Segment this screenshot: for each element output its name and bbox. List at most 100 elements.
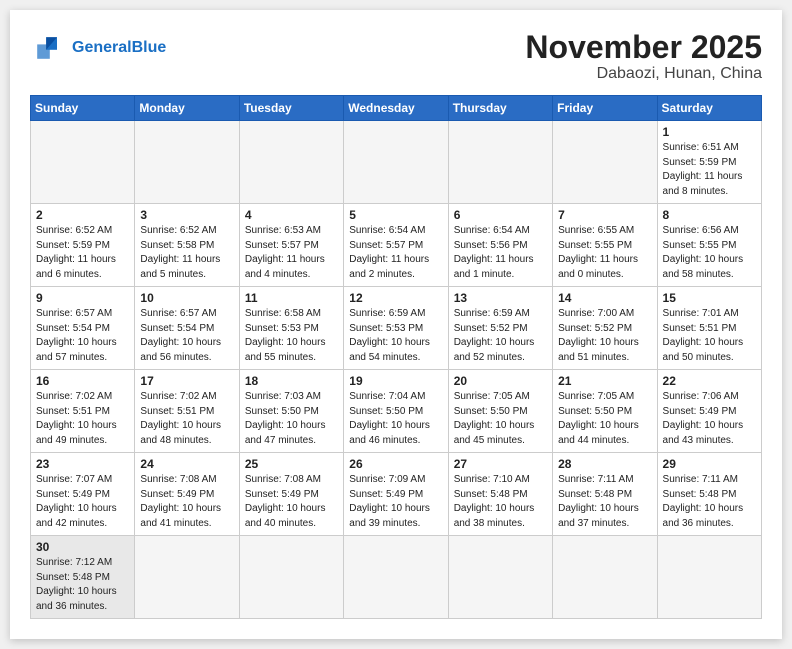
day-info: Sunrise: 7:11 AM Sunset: 5:48 PM Dayligh…	[663, 473, 756, 531]
calendar-cell: 17 Sunrise: 7:02 AM Sunset: 5:51 PM Dayli…	[135, 370, 239, 453]
day-info: Sunrise: 6:53 AM Sunset: 5:57 PM Dayligh…	[245, 224, 338, 282]
day-number: 16	[36, 374, 129, 388]
day-info: Sunrise: 7:07 AM Sunset: 5:49 PM Dayligh…	[36, 473, 129, 531]
weekday-header-wednesday: Wednesday	[344, 96, 448, 121]
header: GeneralBlue November 2025 Dabaozi, Hunan…	[30, 30, 762, 83]
day-info: Sunrise: 6:57 AM Sunset: 5:54 PM Dayligh…	[36, 307, 129, 365]
day-number: 8	[663, 208, 756, 222]
day-info: Sunrise: 6:58 AM Sunset: 5:53 PM Dayligh…	[245, 307, 338, 365]
day-number: 1	[663, 125, 756, 139]
calendar-cell	[553, 536, 657, 619]
calendar-cell: 29 Sunrise: 7:11 AM Sunset: 5:48 PM Dayli…	[657, 453, 761, 536]
day-number: 10	[140, 291, 233, 305]
day-number: 15	[663, 291, 756, 305]
day-number: 22	[663, 374, 756, 388]
weekday-header-friday: Friday	[553, 96, 657, 121]
day-number: 5	[349, 208, 442, 222]
day-number: 3	[140, 208, 233, 222]
day-info: Sunrise: 6:52 AM Sunset: 5:59 PM Dayligh…	[36, 224, 129, 282]
day-info: Sunrise: 6:54 AM Sunset: 5:56 PM Dayligh…	[454, 224, 547, 282]
day-info: Sunrise: 7:08 AM Sunset: 5:49 PM Dayligh…	[140, 473, 233, 531]
calendar-cell: 11 Sunrise: 6:58 AM Sunset: 5:53 PM Dayli…	[239, 287, 343, 370]
weekday-header-sunday: Sunday	[31, 96, 135, 121]
month-title: November 2025	[525, 30, 762, 65]
calendar-cell: 27Sunrise: 7:10 AM Sunset: 5:48 PM Dayli…	[448, 453, 552, 536]
day-info: Sunrise: 7:03 AM Sunset: 5:50 PM Dayligh…	[245, 390, 338, 448]
calendar-cell	[344, 121, 448, 204]
calendar-cell	[657, 536, 761, 619]
calendar-cell: 6Sunrise: 6:54 AM Sunset: 5:56 PM Daylig…	[448, 204, 552, 287]
calendar-cell: 18 Sunrise: 7:03 AM Sunset: 5:50 PM Dayli…	[239, 370, 343, 453]
day-number: 17	[140, 374, 233, 388]
day-number: 30	[36, 540, 129, 554]
calendar-cell: 3Sunrise: 6:52 AM Sunset: 5:58 PM Daylig…	[135, 204, 239, 287]
calendar-cell: 14Sunrise: 7:00 AM Sunset: 5:52 PM Dayli…	[553, 287, 657, 370]
day-info: Sunrise: 6:51 AM Sunset: 5:59 PM Dayligh…	[663, 141, 756, 199]
calendar-cell: 7 Sunrise: 6:55 AM Sunset: 5:55 PM Daylig…	[553, 204, 657, 287]
day-info: Sunrise: 7:01 AM Sunset: 5:51 PM Dayligh…	[663, 307, 756, 365]
day-number: 24	[140, 457, 233, 471]
calendar-cell	[239, 536, 343, 619]
calendar-cell: 26 Sunrise: 7:09 AM Sunset: 5:49 PM Dayli…	[344, 453, 448, 536]
calendar-cell	[31, 121, 135, 204]
calendar-cell: 30 Sunrise: 7:12 AM Sunset: 5:48 PM Dayli…	[31, 536, 135, 619]
calendar-cell: 5 Sunrise: 6:54 AM Sunset: 5:57 PM Daylig…	[344, 204, 448, 287]
day-info: Sunrise: 6:59 AM Sunset: 5:53 PM Dayligh…	[349, 307, 442, 365]
weekday-header-monday: Monday	[135, 96, 239, 121]
calendar-cell: 9 Sunrise: 6:57 AM Sunset: 5:54 PM Daylig…	[31, 287, 135, 370]
calendar-cell: 22 Sunrise: 7:06 AM Sunset: 5:49 PM Dayli…	[657, 370, 761, 453]
weekday-header-thursday: Thursday	[448, 96, 552, 121]
day-number: 12	[349, 291, 442, 305]
calendar-cell: 8Sunrise: 6:56 AM Sunset: 5:55 PM Daylig…	[657, 204, 761, 287]
logo: GeneralBlue	[30, 30, 166, 66]
calendar-container: GeneralBlue November 2025 Dabaozi, Hunan…	[10, 10, 782, 639]
day-number: 26	[349, 457, 442, 471]
day-number: 13	[454, 291, 547, 305]
logo-blue: Blue	[132, 39, 167, 56]
calendar-cell: 25Sunrise: 7:08 AM Sunset: 5:49 PM Dayli…	[239, 453, 343, 536]
calendar-cell: 12 Sunrise: 6:59 AM Sunset: 5:53 PM Dayli…	[344, 287, 448, 370]
calendar-cell	[553, 121, 657, 204]
calendar-cell	[448, 536, 552, 619]
day-info: Sunrise: 7:09 AM Sunset: 5:49 PM Dayligh…	[349, 473, 442, 531]
logo-text: GeneralBlue	[72, 38, 166, 57]
calendar-cell: 4Sunrise: 6:53 AM Sunset: 5:57 PM Daylig…	[239, 204, 343, 287]
calendar-cell: 13 Sunrise: 6:59 AM Sunset: 5:52 PM Dayli…	[448, 287, 552, 370]
calendar-cell: 28Sunrise: 7:11 AM Sunset: 5:48 PM Dayli…	[553, 453, 657, 536]
calendar-cell	[135, 536, 239, 619]
weekday-header-tuesday: Tuesday	[239, 96, 343, 121]
title-block: November 2025 Dabaozi, Hunan, China	[525, 30, 762, 83]
logo-icon	[30, 30, 66, 66]
calendar-cell: 21Sunrise: 7:05 AM Sunset: 5:50 PM Dayli…	[553, 370, 657, 453]
calendar-cell: 20Sunrise: 7:05 AM Sunset: 5:50 PM Dayli…	[448, 370, 552, 453]
calendar-cell	[344, 536, 448, 619]
day-info: Sunrise: 7:02 AM Sunset: 5:51 PM Dayligh…	[36, 390, 129, 448]
day-number: 19	[349, 374, 442, 388]
calendar-cell	[239, 121, 343, 204]
day-number: 23	[36, 457, 129, 471]
day-info: Sunrise: 6:55 AM Sunset: 5:55 PM Dayligh…	[558, 224, 651, 282]
calendar-cell: 1 Sunrise: 6:51 AM Sunset: 5:59 PM Daylig…	[657, 121, 761, 204]
calendar-cell: 2 Sunrise: 6:52 AM Sunset: 5:59 PM Daylig…	[31, 204, 135, 287]
day-number: 29	[663, 457, 756, 471]
day-info: Sunrise: 7:06 AM Sunset: 5:49 PM Dayligh…	[663, 390, 756, 448]
day-number: 18	[245, 374, 338, 388]
day-info: Sunrise: 7:12 AM Sunset: 5:48 PM Dayligh…	[36, 556, 129, 614]
calendar-cell: 15 Sunrise: 7:01 AM Sunset: 5:51 PM Dayli…	[657, 287, 761, 370]
day-number: 2	[36, 208, 129, 222]
calendar-cell: 24 Sunrise: 7:08 AM Sunset: 5:49 PM Dayli…	[135, 453, 239, 536]
day-number: 11	[245, 291, 338, 305]
day-info: Sunrise: 7:10 AM Sunset: 5:48 PM Dayligh…	[454, 473, 547, 531]
weekday-header-saturday: Saturday	[657, 96, 761, 121]
day-info: Sunrise: 7:02 AM Sunset: 5:51 PM Dayligh…	[140, 390, 233, 448]
day-number: 20	[454, 374, 547, 388]
day-number: 7	[558, 208, 651, 222]
day-number: 28	[558, 457, 651, 471]
calendar-grid: SundayMondayTuesdayWednesdayThursdayFrid…	[30, 95, 762, 619]
day-number: 14	[558, 291, 651, 305]
day-number: 9	[36, 291, 129, 305]
day-info: Sunrise: 7:08 AM Sunset: 5:49 PM Dayligh…	[245, 473, 338, 531]
location-title: Dabaozi, Hunan, China	[525, 65, 762, 83]
day-info: Sunrise: 6:59 AM Sunset: 5:52 PM Dayligh…	[454, 307, 547, 365]
day-info: Sunrise: 6:54 AM Sunset: 5:57 PM Dayligh…	[349, 224, 442, 282]
